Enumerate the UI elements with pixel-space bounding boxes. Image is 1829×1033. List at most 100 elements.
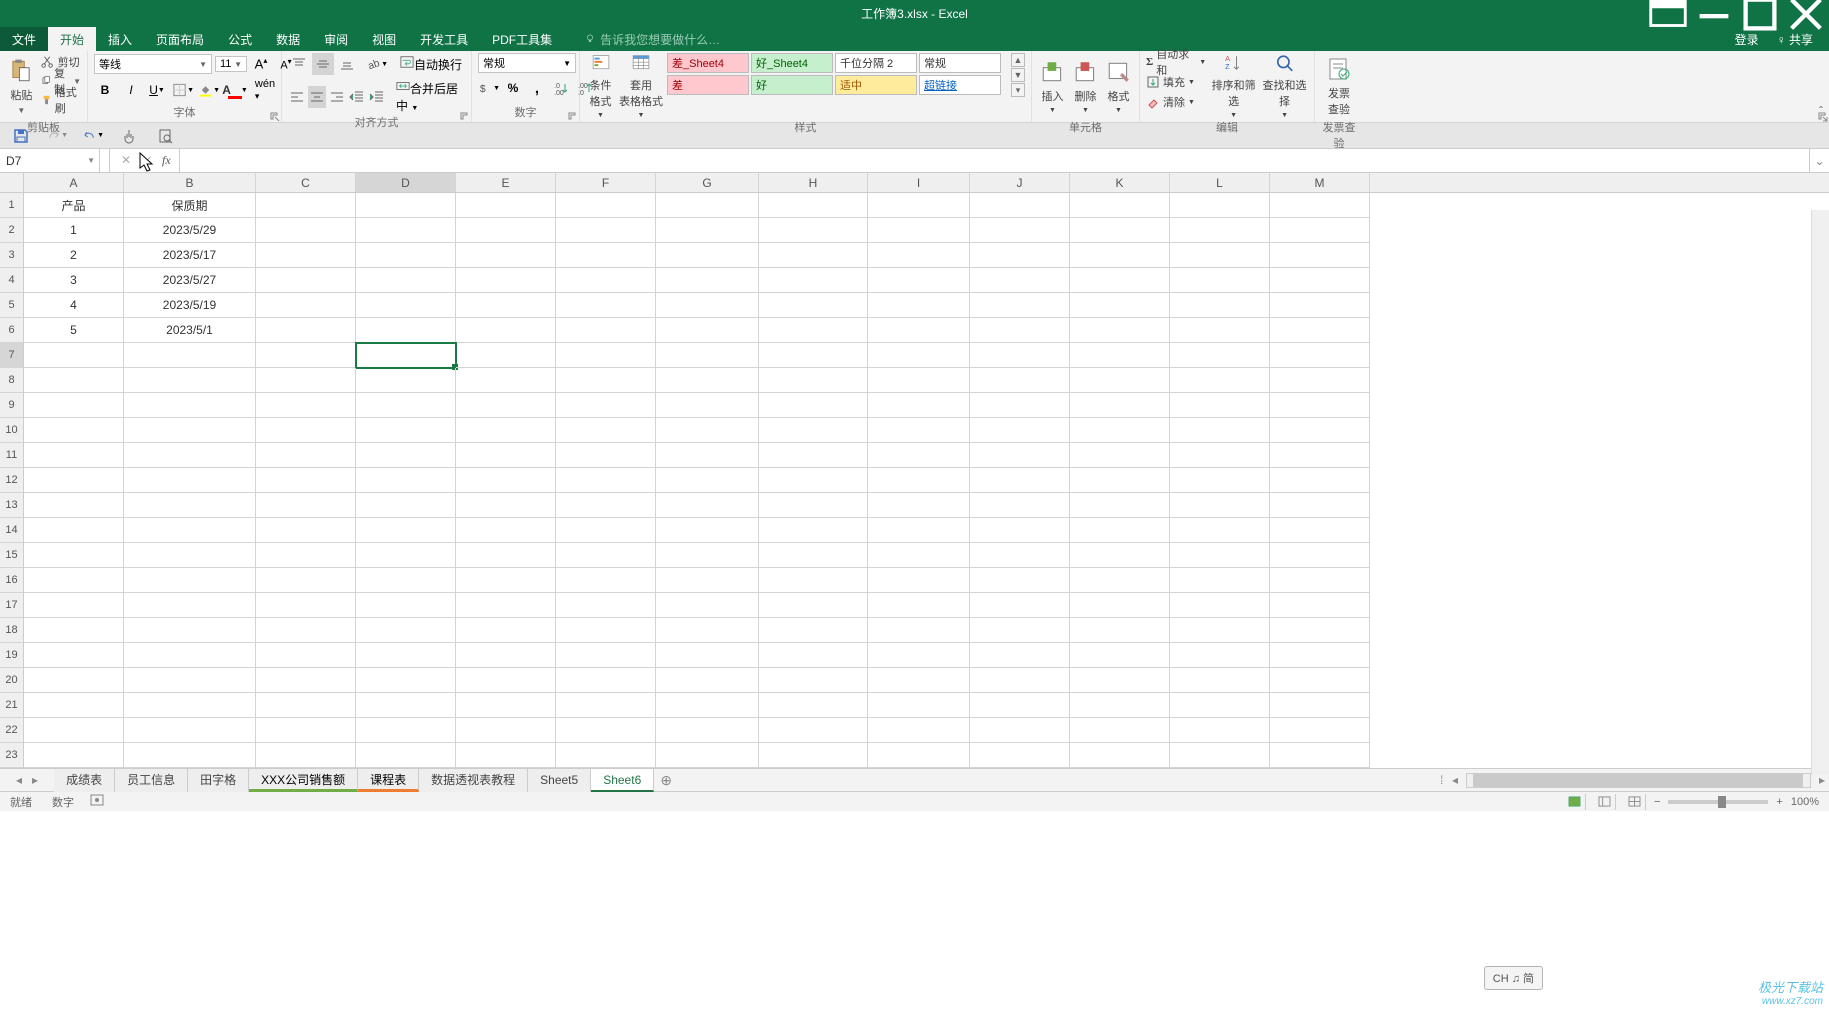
row-header-7[interactable]: 7 [0,343,24,368]
cell-D20[interactable] [356,668,456,693]
row-header-8[interactable]: 8 [0,368,24,393]
cell-I20[interactable] [868,668,970,693]
cell-G9[interactable] [656,393,759,418]
cell-A20[interactable] [24,668,124,693]
cell-B23[interactable] [124,743,256,768]
wrap-text-button[interactable]: 自动换行 [400,55,462,73]
cell-C1[interactable] [256,193,356,218]
cell-C16[interactable] [256,568,356,593]
cell-J5[interactable] [970,293,1070,318]
sheet-tab-7[interactable]: Sheet6 [591,769,654,792]
cell-G4[interactable] [656,268,759,293]
cell-L13[interactable] [1170,493,1270,518]
cell-H2[interactable] [759,218,868,243]
cell-C14[interactable] [256,518,356,543]
cell-M12[interactable] [1270,468,1370,493]
cell-G23[interactable] [656,743,759,768]
cell-L12[interactable] [1170,468,1270,493]
cell-D9[interactable] [356,393,456,418]
sheet-tab-6[interactable]: Sheet5 [528,769,591,792]
cell-H16[interactable] [759,568,868,593]
cell-E8[interactable] [456,368,556,393]
cell-L2[interactable] [1170,218,1270,243]
cell-A12[interactable] [24,468,124,493]
cell-M7[interactable] [1270,343,1370,368]
cell-B9[interactable] [124,393,256,418]
collapse-ribbon-button[interactable]: ˆ [1819,104,1823,118]
cell-G11[interactable] [656,443,759,468]
cell-G17[interactable] [656,593,759,618]
row-header-15[interactable]: 15 [0,543,24,568]
tab-review[interactable]: 审阅 [312,27,360,51]
cell-K20[interactable] [1070,668,1170,693]
cell-M21[interactable] [1270,693,1370,718]
cell-C12[interactable] [256,468,356,493]
cell-K18[interactable] [1070,618,1170,643]
cell-F12[interactable] [556,468,656,493]
cell-E19[interactable] [456,643,556,668]
cell-M9[interactable] [1270,393,1370,418]
number-dialog-launcher[interactable] [568,111,578,121]
cell-M5[interactable] [1270,293,1370,318]
cell-H5[interactable] [759,293,868,318]
page-break-view-button[interactable] [1624,794,1646,810]
cell-K5[interactable] [1070,293,1170,318]
cell-C11[interactable] [256,443,356,468]
cell-C22[interactable] [256,718,356,743]
cell-A9[interactable] [24,393,124,418]
cell-H14[interactable] [759,518,868,543]
cell-B20[interactable] [124,668,256,693]
font-name-select[interactable]: 等线▼ [94,54,212,74]
cell-J13[interactable] [970,493,1070,518]
cell-A4[interactable]: 3 [24,268,124,293]
cell-D1[interactable] [356,193,456,218]
cell-H9[interactable] [759,393,868,418]
sheet-tab-4[interactable]: 课程表 [358,769,419,792]
cell-L8[interactable] [1170,368,1270,393]
cell-K11[interactable] [1070,443,1170,468]
cell-styles-gallery[interactable]: 差_Sheet4好_Sheet4千位分隔 2常规差好适中超链接 [667,53,1011,97]
column-header-L[interactable]: L [1170,173,1270,192]
cell-B16[interactable] [124,568,256,593]
accounting-format-button[interactable]: $▼ [478,77,500,99]
cell-A14[interactable] [24,518,124,543]
cell-F5[interactable] [556,293,656,318]
select-all-corner[interactable] [0,173,24,192]
cell-G1[interactable] [656,193,759,218]
cell-C6[interactable] [256,318,356,343]
cell-M13[interactable] [1270,493,1370,518]
phonetic-button[interactable]: wén▾ [254,79,276,101]
cell-D4[interactable] [356,268,456,293]
row-header-9[interactable]: 9 [0,393,24,418]
name-box[interactable]: D7 ▼ [0,149,100,172]
cell-M3[interactable] [1270,243,1370,268]
cell-M17[interactable] [1270,593,1370,618]
cell-I4[interactable] [868,268,970,293]
cell-A19[interactable] [24,643,124,668]
format-as-table-button[interactable]: 套用 表格格式▼ [619,53,663,119]
cell-G14[interactable] [656,518,759,543]
cell-B10[interactable] [124,418,256,443]
cell-D23[interactable] [356,743,456,768]
cell-H3[interactable] [759,243,868,268]
row-header-22[interactable]: 22 [0,718,24,743]
row-header-13[interactable]: 13 [0,493,24,518]
cell-K23[interactable] [1070,743,1170,768]
cell-K15[interactable] [1070,543,1170,568]
tab-insert[interactable]: 插入 [96,27,144,51]
cell-H12[interactable] [759,468,868,493]
cell-D12[interactable] [356,468,456,493]
cell-J14[interactable] [970,518,1070,543]
cell-F19[interactable] [556,643,656,668]
cell-I6[interactable] [868,318,970,343]
cell-L10[interactable] [1170,418,1270,443]
cell-L17[interactable] [1170,593,1270,618]
cell-D22[interactable] [356,718,456,743]
cell-F3[interactable] [556,243,656,268]
cell-E5[interactable] [456,293,556,318]
delete-cells-button[interactable]: 删除▼ [1071,53,1100,119]
cell-D6[interactable] [356,318,456,343]
cell-I13[interactable] [868,493,970,518]
cell-A2[interactable]: 1 [24,218,124,243]
row-header-12[interactable]: 12 [0,468,24,493]
